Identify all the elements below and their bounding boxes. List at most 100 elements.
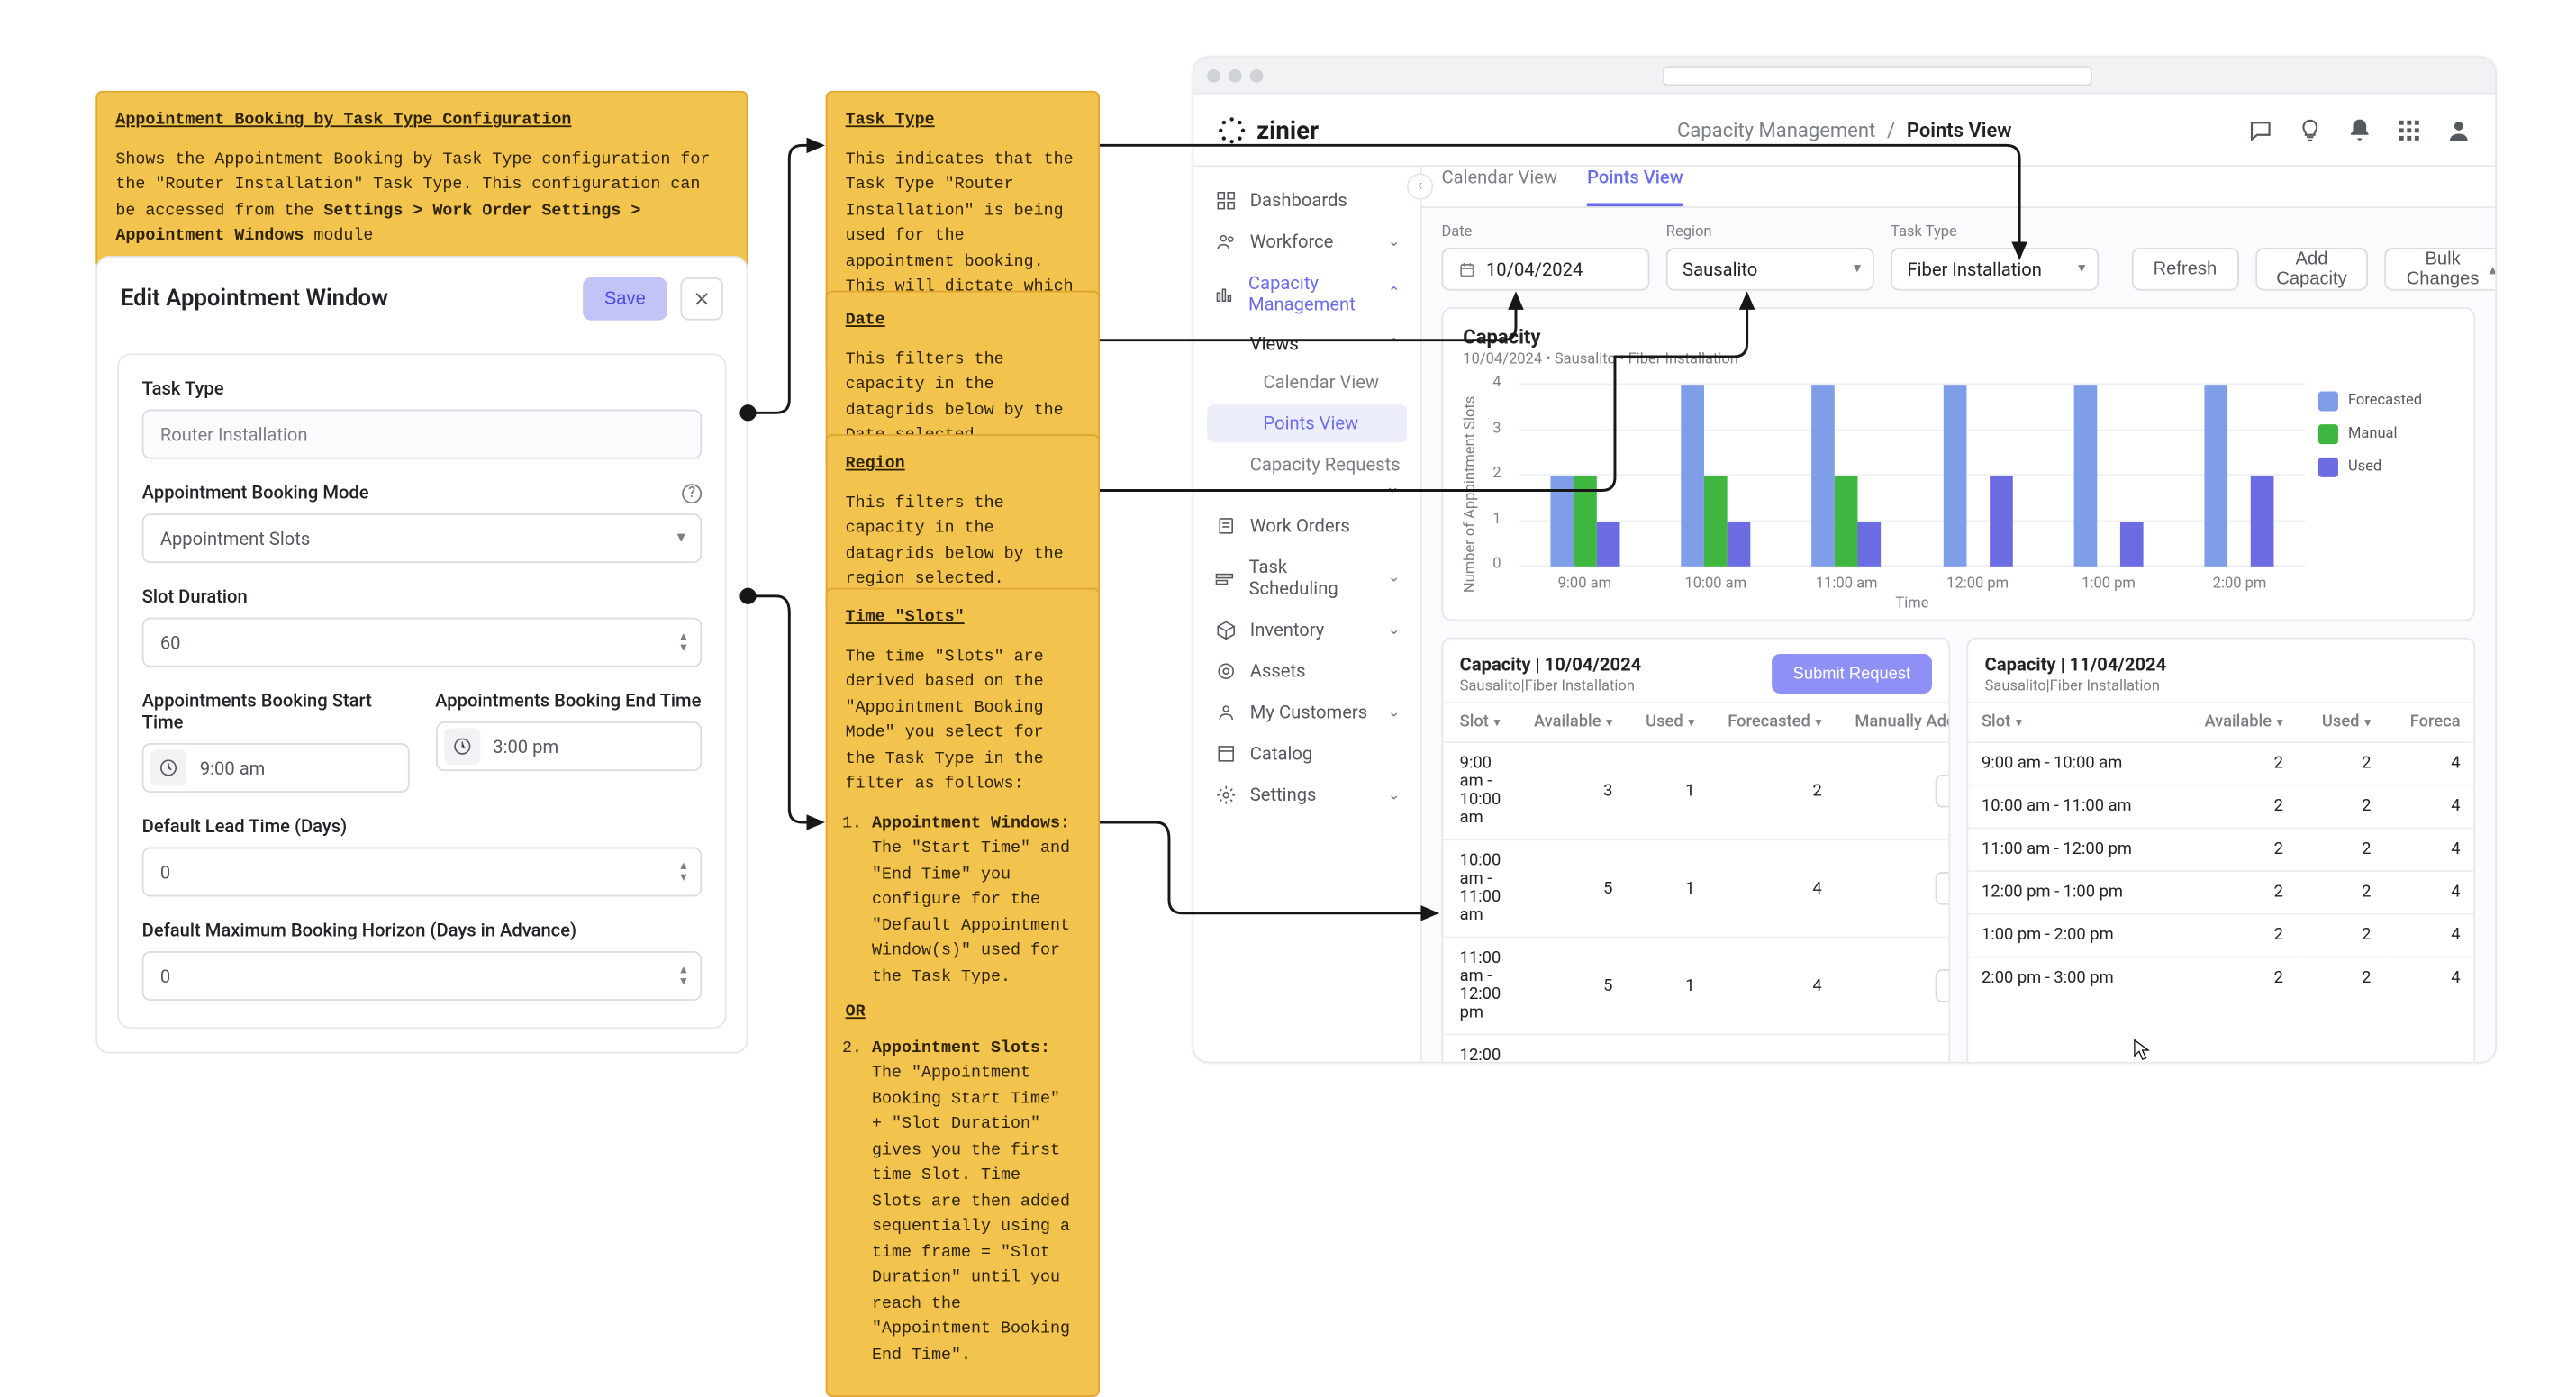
chart-bar: [1550, 476, 1574, 567]
save-button[interactable]: Save: [583, 277, 667, 321]
sidebar-label: Capacity Management: [1248, 272, 1374, 315]
tab-calendar-view[interactable]: Calendar View: [1441, 167, 1557, 206]
table-row: 11:00 am - 12:00 pm224: [1968, 828, 2473, 871]
lightbulb-icon[interactable]: [2297, 116, 2323, 142]
stepper-icon[interactable]: ▴▾: [680, 966, 686, 987]
chat-icon[interactable]: [2247, 116, 2273, 142]
add-capacity-button[interactable]: Add Capacity: [2254, 248, 2368, 291]
chart-bar: [1728, 521, 1751, 566]
end-time-input[interactable]: 3:00 pm: [435, 721, 702, 771]
traffic-light-icon: [1207, 68, 1220, 82]
sidebar-item-workforce[interactable]: Workforce⌄: [1193, 222, 1420, 263]
col-forecasted[interactable]: Foreca: [2384, 703, 2473, 742]
sidebar-label: Work Orders: [1250, 515, 1350, 537]
mode-select[interactable]: Appointment Slots▾: [142, 513, 702, 563]
sidebar-item-dashboards[interactable]: Dashboards: [1193, 180, 1420, 222]
col-manual[interactable]: Manually Added▾: [1838, 703, 1950, 742]
calendar-icon: [1458, 260, 1476, 278]
bulk-changes-button[interactable]: Bulk Changes▴: [2385, 248, 2497, 291]
sidebar-item-work-orders[interactable]: Work Orders: [1193, 505, 1420, 547]
breadcrumb-parent[interactable]: Capacity Management: [1677, 118, 1875, 141]
apps-grid-icon[interactable]: [2396, 116, 2422, 142]
cell-used: 2: [2297, 785, 2384, 829]
chart-bar: [2074, 385, 2098, 567]
sidebar-label: Settings: [1250, 785, 1317, 806]
sidebar-item-capacity[interactable]: Capacity Management⌃: [1193, 262, 1420, 325]
connector-node-icon: [739, 404, 756, 421]
table-row: 12:00 pm - 1:00 pm4240: [1443, 1035, 1950, 1064]
stepper-icon[interactable]: ▴▾: [680, 861, 686, 883]
col-available[interactable]: Available▾: [1518, 703, 1629, 742]
refresh-button[interactable]: Refresh: [2132, 248, 2238, 291]
clock-icon: [150, 749, 186, 785]
chart-legend: Forecasted Manual Used: [2318, 391, 2454, 490]
note-slots-item1-bold: Appointment Windows:: [872, 815, 1070, 833]
cell-available: 2: [2174, 957, 2297, 999]
bell-icon[interactable]: [2346, 116, 2372, 142]
browser-omnibox[interactable]: [1272, 65, 2482, 85]
chart-xlabel: Time: [1519, 596, 2306, 612]
chart-bar: [2205, 385, 2228, 567]
submit-request-button[interactable]: Submit Request: [1772, 654, 1932, 694]
sidebar-item-views[interactable]: Views⌃: [1193, 325, 1420, 363]
chart-bar: [1943, 385, 1966, 567]
horizon-input[interactable]: 0▴▾: [142, 951, 702, 1001]
chart-xtick: 12:00 pm: [1912, 576, 2043, 593]
duration-value: 60: [160, 631, 181, 653]
chevron-down-icon: ⌄: [1388, 569, 1401, 585]
chevron-down-icon: ⌄: [1388, 787, 1401, 803]
start-time-value: 9:00 am: [200, 757, 266, 779]
col-slot[interactable]: Slot▾: [1443, 703, 1517, 742]
brand-icon: [1217, 114, 1247, 144]
col-available[interactable]: Available▾: [2174, 703, 2297, 742]
connector-node-icon: [739, 588, 756, 604]
brand-logo[interactable]: zinier: [1217, 114, 1319, 144]
cell-available: 2: [2174, 828, 2297, 871]
close-button[interactable]: [680, 277, 723, 321]
mouse-cursor-icon: [2134, 1025, 2152, 1071]
date-filter[interactable]: 10/04/2024: [1441, 248, 1649, 291]
col-slot[interactable]: Slot▾: [1968, 703, 2173, 742]
col-used[interactable]: Used▾: [2297, 703, 2384, 742]
cell-manual[interactable]: 0: [1838, 1035, 1950, 1064]
note-slots-title: Time "Slots": [846, 606, 1080, 631]
chart-bar: [2251, 476, 2274, 567]
cell-manual[interactable]: 2: [1838, 839, 1950, 937]
chart-bar: [1812, 385, 1836, 567]
task-type-input[interactable]: Router Installation: [142, 410, 702, 459]
sidebar-label: Inventory: [1250, 619, 1325, 640]
cell-used: 2: [2297, 914, 2384, 957]
sidebar-item-capacity-requests[interactable]: Capacity Requests⌄: [1193, 446, 1420, 505]
sidebar-item-my-customers[interactable]: My Customers⌄: [1193, 692, 1420, 733]
sidebar-item-settings[interactable]: Settings ⌄: [1193, 775, 1420, 816]
duration-input[interactable]: 60 ▴▾: [142, 618, 702, 667]
date-filter-label: Date: [1441, 224, 1649, 240]
sidebar-label: My Customers: [1250, 702, 1367, 723]
sidebar-item-assets[interactable]: Assets: [1193, 650, 1420, 692]
end-time-label: Appointments Booking End Time: [435, 690, 702, 712]
sidebar-item-catalog[interactable]: Catalog: [1193, 733, 1420, 775]
help-icon[interactable]: ?: [682, 483, 702, 503]
col-forecasted[interactable]: Forecasted▾: [1711, 703, 1838, 742]
sidebar-item-inventory[interactable]: Inventory⌄: [1193, 609, 1420, 650]
cell-manual[interactable]: 2: [1838, 937, 1950, 1034]
start-time-input[interactable]: 9:00 am: [142, 743, 409, 793]
sidebar-item-calendar-view[interactable]: Calendar View: [1193, 363, 1420, 401]
region-filter[interactable]: Sausalito▾: [1666, 248, 1874, 291]
stepper-icon[interactable]: ▴▾: [680, 631, 686, 653]
cell-forecasted: 2: [1711, 742, 1838, 839]
capacity-chart-panel: Capacity 10/04/2024 • Sausalito • Fiber …: [1441, 307, 2475, 621]
chart-subtitle: 10/04/2024 • Sausalito • Fiber Installat…: [1463, 351, 2454, 367]
cell-used: 2: [2297, 742, 2384, 785]
note-slots-item1-body: The "Start Time" and "End Time" you conf…: [872, 840, 1070, 986]
table-row: 10:00 am - 11:00 am5142: [1443, 839, 1950, 937]
legend-label: Manual: [2348, 426, 2398, 442]
sidebar-item-task-scheduling[interactable]: Task Scheduling⌄: [1193, 547, 1420, 610]
col-used[interactable]: Used▾: [1629, 703, 1711, 742]
tasktype-filter[interactable]: Fiber Installation▾: [1891, 248, 2099, 291]
user-icon[interactable]: [2445, 116, 2472, 142]
cell-manual[interactable]: 2: [1838, 742, 1950, 839]
lead-input[interactable]: 0▴▾: [142, 847, 702, 896]
sidebar-item-points-view[interactable]: Points View: [1207, 404, 1407, 442]
tab-points-view[interactable]: Points View: [1587, 167, 1683, 206]
